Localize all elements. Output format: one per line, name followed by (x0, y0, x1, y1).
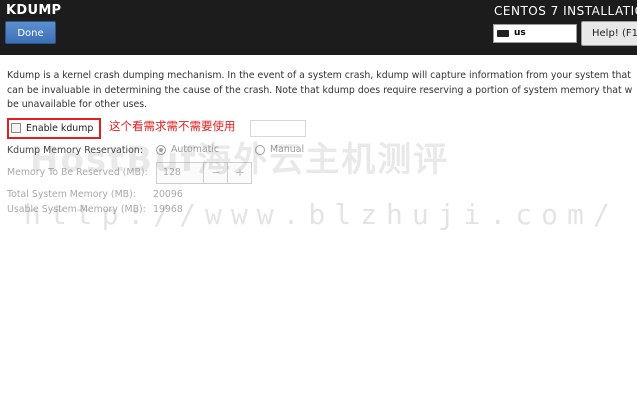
description-line: be unavailable for other uses. (7, 99, 148, 110)
help-button[interactable]: Help! (F1) (581, 21, 637, 46)
keyboard-layout-label: us (514, 28, 526, 38)
watermark-brand: HostBuf海外云主机测评 (30, 140, 450, 180)
enable-kdump-checkbox[interactable] (11, 123, 21, 133)
top-bar: KDUMP Done CENTOS 7 INSTALLATION us Help… (0, 0, 637, 55)
keyboard-layout-indicator[interactable]: us (493, 24, 577, 43)
done-button[interactable]: Done (5, 21, 56, 44)
page-title: KDUMP (6, 3, 62, 18)
installation-title: CENTOS 7 INSTALLATION (494, 4, 637, 18)
keyboard-icon (497, 30, 509, 37)
kdump-description: Kdump is a kernel crash dumping mechanis… (7, 69, 633, 113)
description-line: can be invaluable in determining the cau… (7, 84, 633, 96)
watermark-url: http://www.blzhuji.com/ (24, 198, 619, 231)
description-line: Kdump is a kernel crash dumping mechanis… (7, 70, 631, 81)
